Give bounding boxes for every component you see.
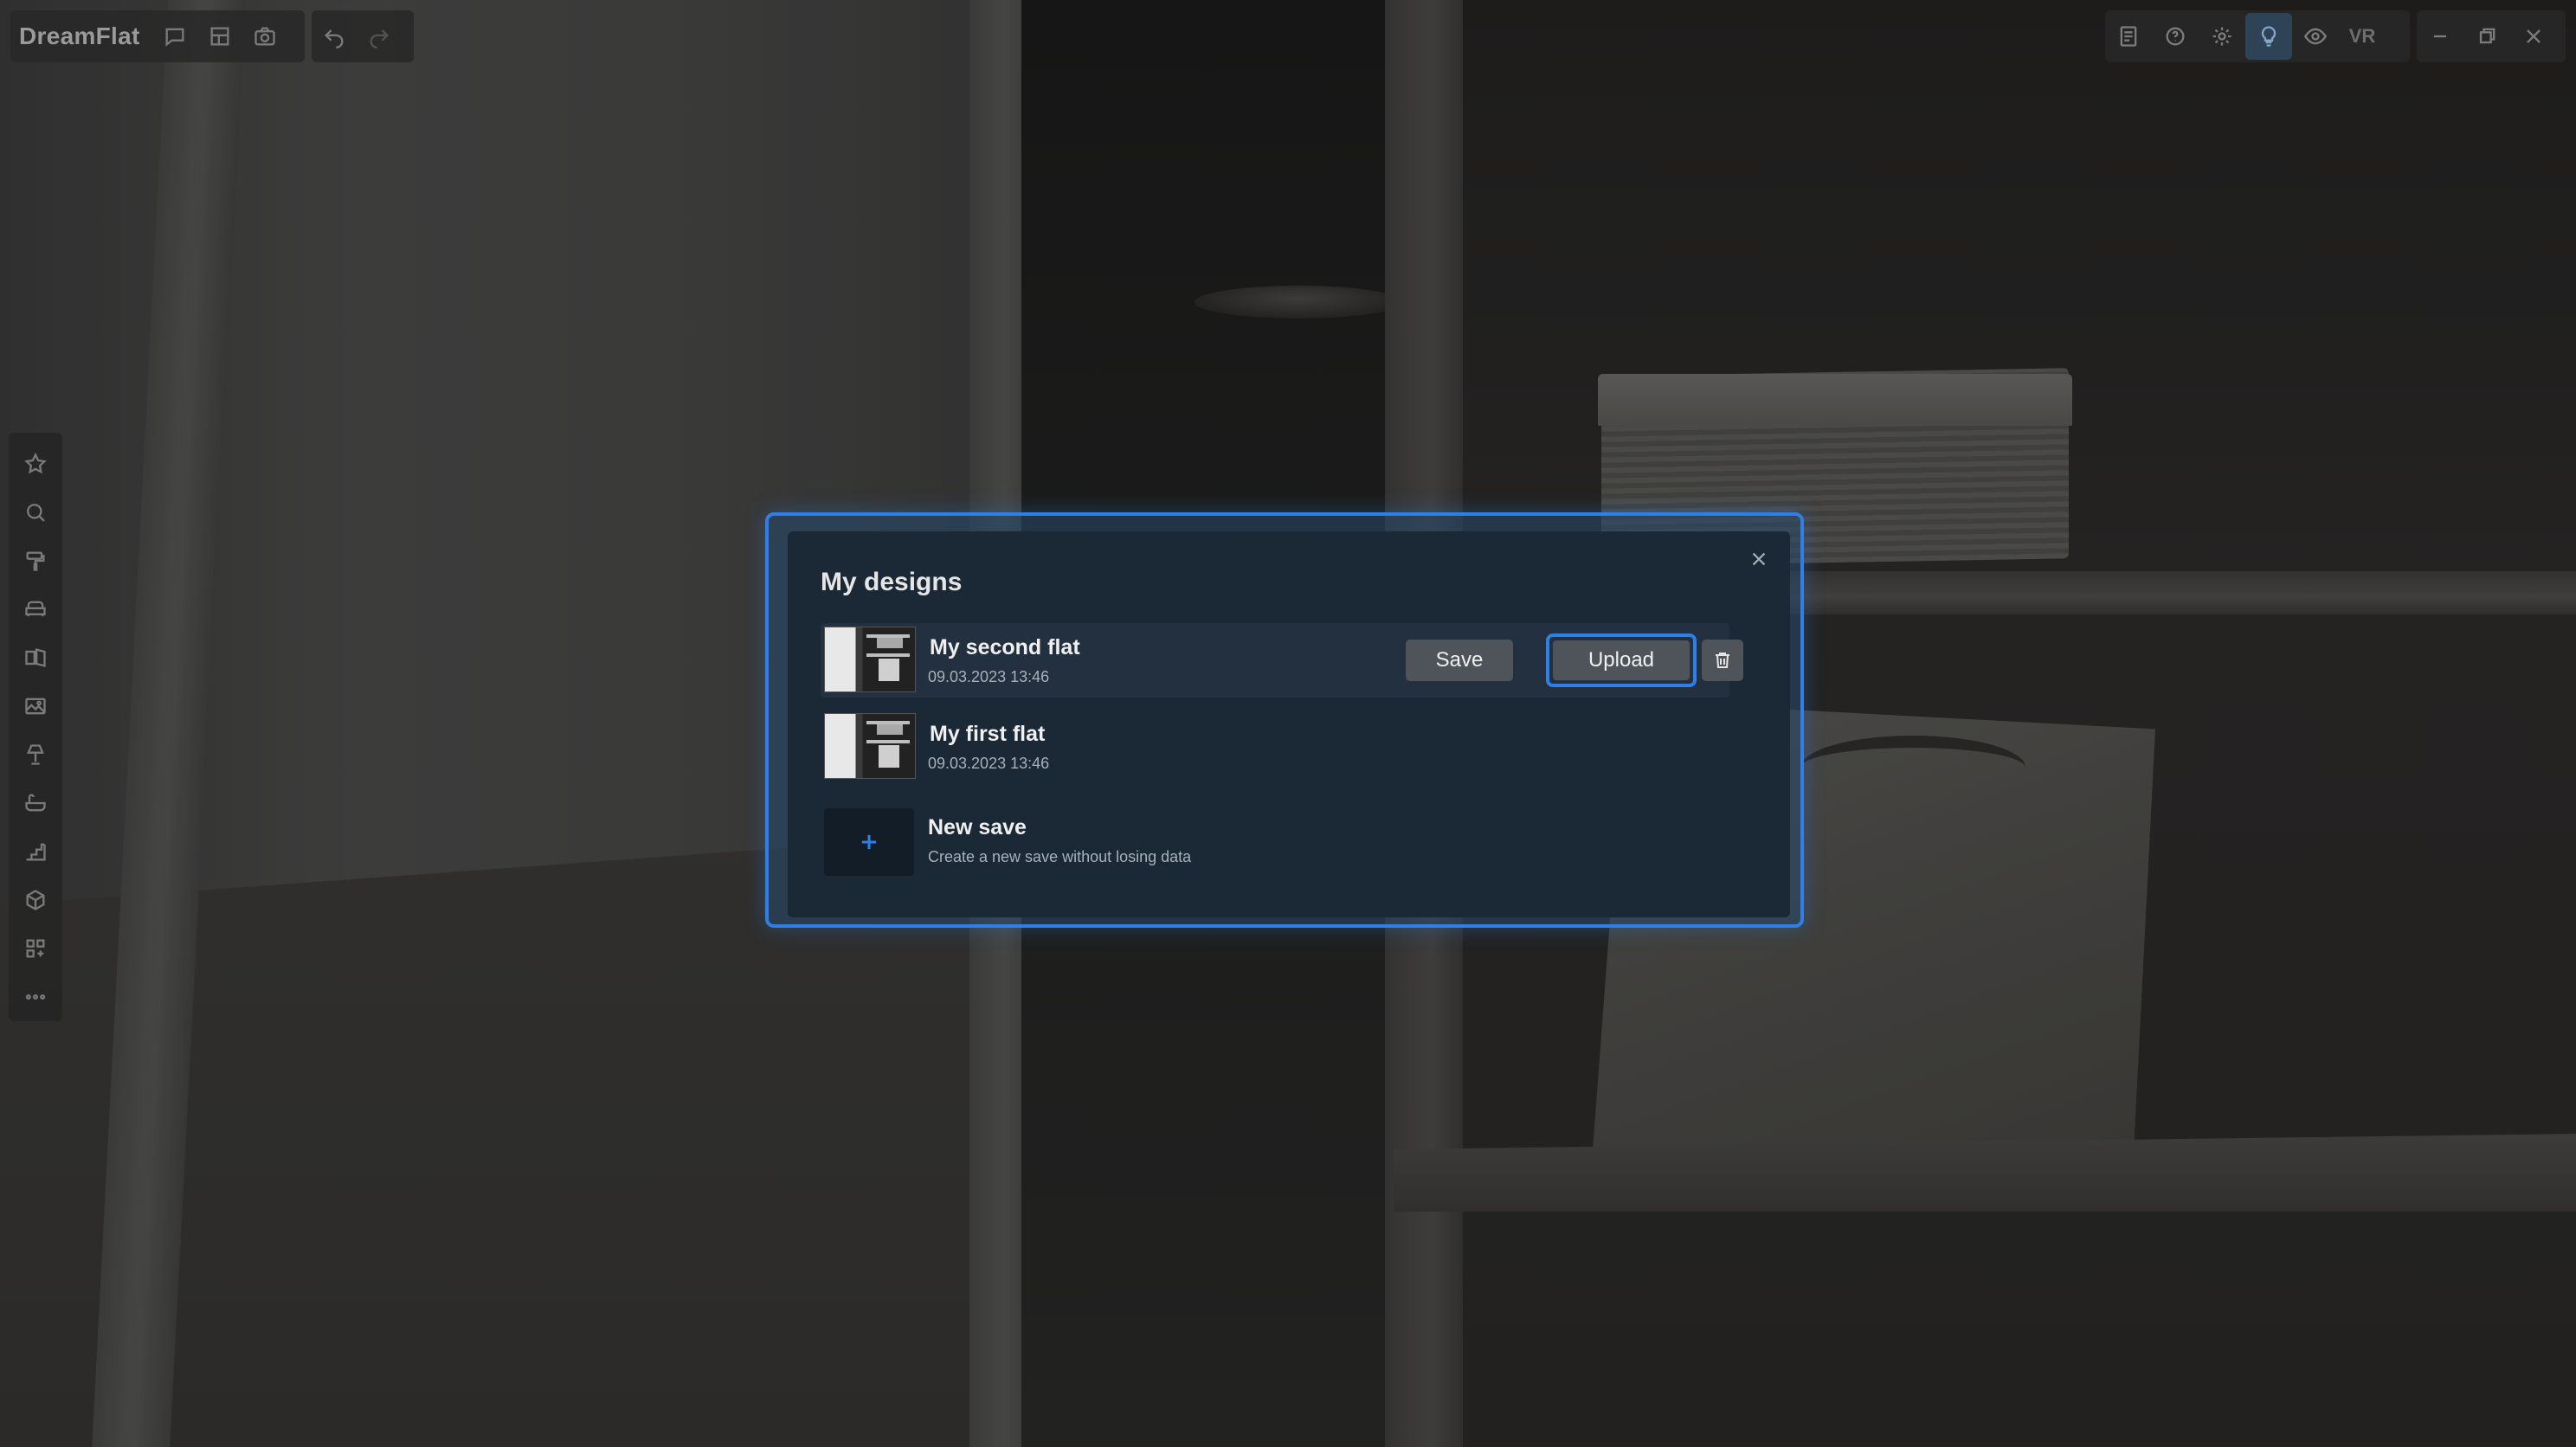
picture-icon[interactable]	[11, 682, 60, 730]
redo-icon[interactable]	[357, 14, 402, 59]
close-icon	[1752, 552, 1766, 566]
plus-icon	[861, 834, 877, 850]
my-designs-dialog: My designs My second flat 09.03.2023 13:…	[788, 531, 1790, 917]
undo-icon[interactable]	[312, 14, 357, 59]
main-toolbar: DreamFlat	[10, 10, 305, 62]
bathtub-icon[interactable]	[11, 779, 60, 827]
search-icon[interactable]	[11, 488, 60, 537]
vr-button[interactable]: VR	[2339, 13, 2386, 60]
new-save-title: New save	[928, 815, 1027, 839]
sofa-icon[interactable]	[11, 585, 60, 633]
save-name: My first flat	[930, 722, 1046, 746]
delete-button[interactable]	[1702, 640, 1743, 681]
vr-label: VR	[2348, 25, 2376, 47]
trash-icon	[1716, 653, 1729, 668]
apps-add-icon[interactable]	[11, 924, 60, 973]
history-toolbar	[312, 10, 414, 62]
save-date: 09.03.2023 13:46	[928, 755, 1050, 772]
eye-icon[interactable]	[2292, 13, 2339, 60]
new-save-subtitle: Create a new save without losing data	[928, 848, 1192, 865]
new-save-item[interactable]: New save Create a new save without losin…	[824, 808, 1430, 878]
save-button[interactable]: Save	[1406, 640, 1513, 681]
minimize-icon[interactable]	[2417, 13, 2463, 60]
lamp-icon[interactable]	[11, 730, 60, 779]
save-row-my-second-flat[interactable]: My second flat 09.03.2023 13:46 Save Upl…	[821, 623, 1743, 698]
view-toolbar: VR	[2105, 10, 2410, 62]
help-icon[interactable]	[2152, 13, 2199, 60]
upload-button[interactable]: Upload	[1546, 633, 1697, 687]
document-icon[interactable]	[2105, 13, 2152, 60]
chat-icon[interactable]	[152, 14, 197, 59]
paint-roller-icon[interactable]	[11, 537, 60, 585]
lightbulb-icon[interactable]	[2245, 13, 2292, 60]
save-thumbnail	[824, 627, 916, 692]
cube-icon[interactable]	[11, 876, 60, 924]
restore-icon[interactable]	[2463, 13, 2510, 60]
door-window-icon[interactable]	[11, 633, 60, 682]
camera-icon[interactable]	[242, 14, 287, 59]
dialog-close-button[interactable]	[1742, 542, 1776, 576]
settings-icon[interactable]	[2199, 13, 2245, 60]
window-controls	[2417, 10, 2566, 62]
save-thumbnail	[824, 713, 916, 779]
app-window: DreamFlat VR My designs My second flat 0…	[0, 0, 2576, 1447]
save-name: My second flat	[930, 635, 1080, 659]
close-icon[interactable]	[2510, 13, 2557, 60]
app-logo: DreamFlat	[19, 23, 140, 49]
stairs-icon[interactable]	[11, 827, 60, 876]
dialog-title: My designs	[821, 568, 963, 596]
star-icon[interactable]	[11, 440, 60, 488]
more-icon[interactable]	[11, 973, 60, 1021]
new-save-tile[interactable]	[824, 808, 914, 876]
save-row-my-first-flat[interactable]: My first flat 09.03.2023 13:46	[821, 710, 1729, 784]
save-date: 09.03.2023 13:46	[928, 668, 1050, 685]
layout-icon[interactable]	[197, 14, 242, 59]
upload-button-label: Upload	[1553, 640, 1690, 680]
tool-rail	[9, 433, 62, 1021]
